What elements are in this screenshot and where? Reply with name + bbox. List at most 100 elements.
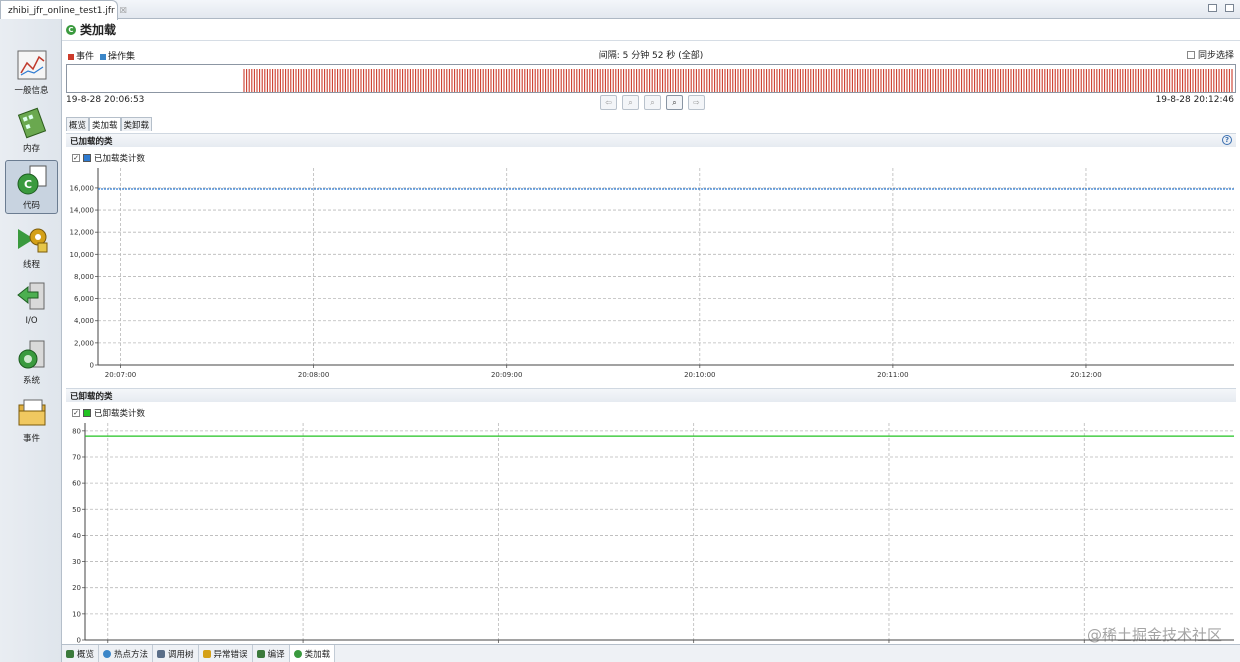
page-header: C 类加载	[62, 19, 1240, 41]
section-title: 已卸载的类	[70, 392, 113, 402]
series-color-swatch	[83, 154, 91, 162]
class-loading-icon: C	[66, 24, 76, 35]
sidebar-item-memory[interactable]: 内存	[5, 104, 58, 158]
plot-area	[85, 423, 1234, 640]
zoom-in-icon[interactable]: ⌕	[622, 95, 639, 110]
loaded-classes-chart[interactable]: 0 2,000 4,000 6,000 8,000 10,000 12,000 14,000 1…	[62, 166, 1240, 381]
sidebar-item-code[interactable]: C 代码	[5, 160, 58, 214]
sidebar-item-threads[interactable]: 线程	[5, 220, 58, 274]
section-title: 已加载的类	[70, 137, 113, 147]
minimize-button[interactable]	[1208, 4, 1217, 12]
series-checkbox[interactable]: ✓	[72, 409, 80, 417]
watermark: @稀土掘金技术社区	[1086, 626, 1222, 644]
class-loading-icon	[293, 649, 302, 658]
sidebar-item-general[interactable]: 一般信息	[5, 46, 58, 100]
memory-chip-icon	[16, 107, 48, 139]
thread-gear-icon	[16, 223, 48, 255]
timeline-nav-buttons: ⇦ ⌕ ⌕ ⌕ ⇨	[600, 95, 705, 110]
tab-compile[interactable]: 编译	[253, 645, 290, 662]
unloaded-series-legend: ✓ 已卸载类计数	[72, 407, 145, 419]
tab-hot-methods[interactable]: 热点方法	[99, 645, 154, 662]
y-tick-label: 14,000	[70, 207, 95, 215]
tab-class-loading-bottom[interactable]: 类加载	[289, 645, 336, 662]
x-tick-label: 20:10:00	[684, 371, 715, 379]
sidebar-item-events[interactable]: 事件	[5, 394, 58, 448]
overview-icon	[66, 649, 74, 658]
window-buttons	[1208, 4, 1234, 12]
series-color-swatch	[83, 409, 91, 417]
back-icon[interactable]: ⇦	[600, 95, 617, 110]
x-tick-label: 20:12:00	[1070, 371, 1101, 379]
compile-icon	[256, 649, 265, 658]
exceptions-icon	[202, 649, 211, 658]
x-tick-label: 20:07:00	[105, 371, 136, 379]
editor-tab[interactable]: zhibi_jfr_online_test1.jfr ☒	[0, 0, 127, 20]
y-tick-label: 0	[90, 362, 94, 370]
sidebar-item-io[interactable]: I/O	[5, 278, 58, 332]
unloaded-classes-chart[interactable]: 0102030405060708020:07:0020:08:0020:09:0…	[62, 421, 1240, 655]
sync-selection-label: 同步选择	[1197, 51, 1234, 61]
sync-selection-checkbox[interactable]: 同步选择	[1186, 48, 1234, 61]
y-tick-label: 50	[72, 506, 81, 514]
zoom-select-icon[interactable]: ⌕	[666, 95, 683, 110]
y-tick-label: 8,000	[74, 273, 94, 281]
unloaded-classes-plot: 0102030405060708020:07:0020:08:0020:09:0…	[72, 423, 1234, 653]
y-tick-label: 2,000	[74, 339, 94, 347]
editor-tab-title: zhibi_jfr_online_test1.jfr	[8, 5, 115, 16]
sidebar-item-label: 一般信息	[14, 86, 49, 96]
editor-tab-bar: zhibi_jfr_online_test1.jfr ☒	[0, 0, 1240, 20]
sidebar-item-label: 线程	[22, 260, 40, 270]
sidebar-item-label: 事件	[22, 434, 40, 444]
sub-tabs: 概览 类加载 类卸载	[66, 117, 153, 131]
sidebar-item-system[interactable]: 系统	[5, 336, 58, 390]
section-loaded-classes: 已加载的类 ?	[66, 133, 1236, 147]
timeline-end-time: 19-8-28 20:12:46	[1155, 95, 1234, 105]
sidebar-item-label: I/O	[25, 316, 38, 326]
maximize-button[interactable]	[1225, 4, 1234, 12]
tab-class-unloading[interactable]: 类卸载	[120, 117, 153, 131]
io-arrows-icon	[16, 281, 48, 313]
tab-class-loading[interactable]: 类加载	[89, 117, 121, 131]
forward-icon[interactable]: ⇨	[688, 95, 705, 110]
timeline-start-time: 19-8-28 20:06:53	[66, 95, 145, 105]
event-folder-icon	[16, 397, 48, 429]
page-title: 类加载	[80, 23, 117, 37]
y-tick-label: 30	[72, 558, 81, 566]
tab-overview[interactable]: 概览	[66, 117, 90, 131]
tab-overview-bottom[interactable]: 概览	[62, 645, 100, 662]
loaded-series-legend: ✓ 已加载类计数	[72, 152, 145, 164]
sidebar-item-label: 代码	[22, 201, 40, 211]
sidebar: 一般信息 内存 C 代码 线程 I/O 系统 事件	[0, 19, 62, 662]
y-tick-label: 20	[72, 584, 81, 592]
y-tick-label: 60	[72, 480, 81, 488]
plot-area	[98, 168, 1234, 365]
tab-exceptions[interactable]: 异常错误	[199, 645, 253, 662]
y-tick-label: 4,000	[74, 317, 94, 325]
call-tree-icon	[157, 649, 166, 658]
y-tick-label: 16,000	[70, 184, 95, 192]
chart-icon	[16, 49, 48, 81]
sidebar-item-label: 内存	[22, 144, 40, 154]
y-tick-label: 12,000	[70, 229, 95, 237]
loaded-classes-plot: 0 2,000 4,000 6,000 8,000 10,000 12,000 14,000 1…	[70, 168, 1234, 379]
x-tick-label: 20:11:00	[877, 371, 908, 379]
close-icon[interactable]: ☒	[120, 6, 127, 15]
hot-methods-icon	[103, 649, 112, 658]
zoom-out-icon[interactable]: ⌕	[644, 95, 661, 110]
y-tick-label: 80	[72, 427, 81, 435]
series-checkbox[interactable]: ✓	[72, 154, 80, 162]
svg-text:C: C	[24, 178, 32, 191]
series-label: 已加载类计数	[94, 154, 146, 164]
y-tick-label: 10	[72, 610, 81, 618]
y-tick-label: 40	[72, 532, 81, 540]
main-panel: C 类加载 事件 操作集 间隔: 5 分钟 52 秒 (全部) 同步选择 19-…	[62, 19, 1240, 662]
series-label: 已卸载类计数	[94, 409, 146, 419]
sidebar-item-label: 系统	[22, 376, 40, 386]
event-timeline[interactable]	[66, 64, 1236, 93]
checkbox[interactable]	[1186, 50, 1195, 59]
x-tick-label: 20:09:00	[491, 371, 522, 379]
y-tick-label: 10,000	[70, 251, 95, 259]
help-icon[interactable]: ?	[1222, 135, 1232, 145]
event-timeline-bars	[243, 69, 1233, 92]
tab-call-tree[interactable]: 调用树	[153, 645, 199, 662]
